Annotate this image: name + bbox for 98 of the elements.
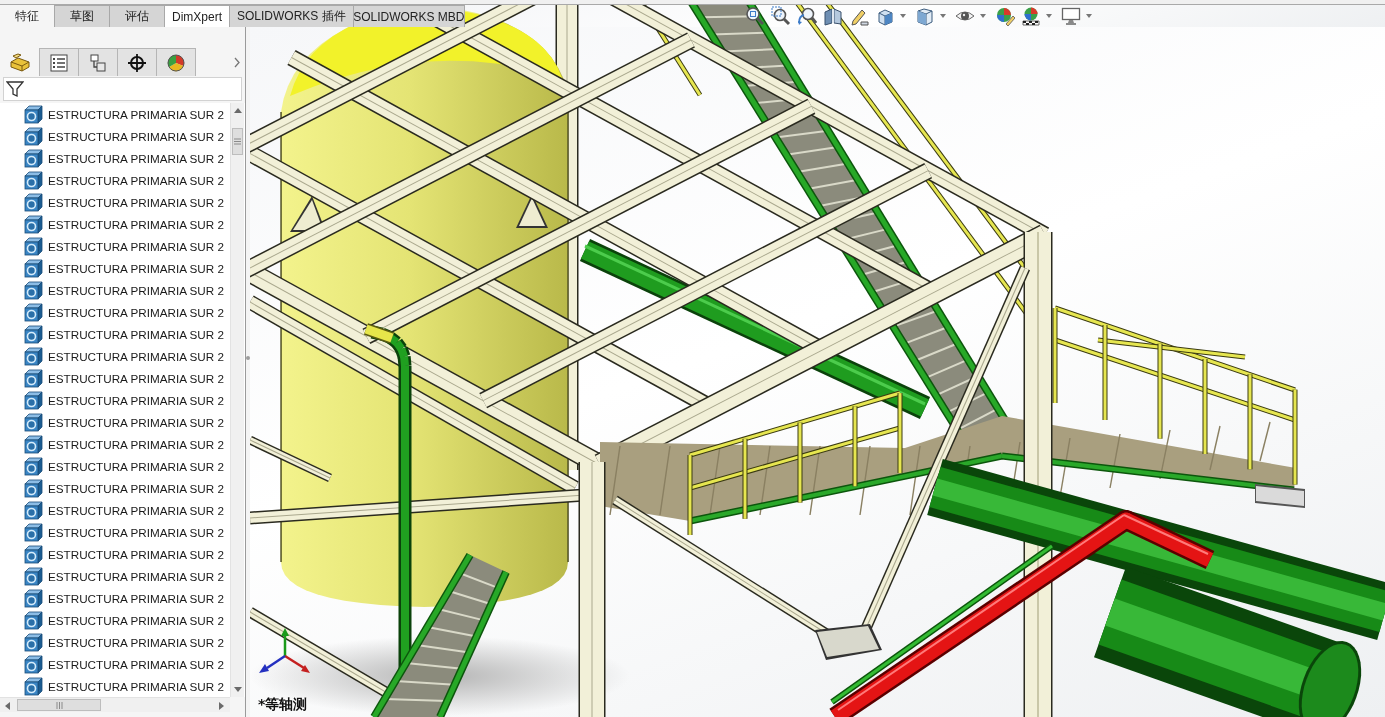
part-icon [24, 214, 43, 234]
part-icon [24, 500, 43, 520]
tree-item[interactable]: ESTRUCTURA PRIMARIA SUR 2 [24, 456, 224, 476]
part-icon [24, 258, 43, 278]
tree-item[interactable]: ESTRUCTURA PRIMARIA SUR 2 [24, 236, 224, 256]
tree-item[interactable]: ESTRUCTURA PRIMARIA SUR 2 [24, 544, 224, 564]
part-icon [24, 302, 43, 322]
part-icon [24, 544, 43, 564]
part-icon [24, 412, 43, 432]
tree-item[interactable]: ESTRUCTURA PRIMARIA SUR 2 [24, 610, 224, 630]
view-orientation-label: *等轴测 [258, 696, 308, 714]
part-icon [24, 588, 43, 608]
caret-icon[interactable] [940, 14, 946, 18]
panel-tab[interactable] [117, 48, 157, 76]
tree-item[interactable]: ESTRUCTURA PRIMARIA SUR 2 [24, 676, 224, 696]
caret-left-icon[interactable] [3, 700, 12, 710]
chevron-right-icon[interactable] [234, 56, 240, 68]
part-icon [24, 368, 43, 388]
tree-item[interactable]: ESTRUCTURA PRIMARIA SUR 2 [24, 434, 224, 454]
part-icon [24, 280, 43, 300]
appearance-icon[interactable] [995, 6, 1015, 26]
grip-icon[interactable] [246, 356, 250, 360]
tree-item[interactable]: ESTRUCTURA PRIMARIA SUR 2 [24, 632, 224, 652]
tree-item[interactable]: ESTRUCTURA PRIMARIA SUR 2 [24, 148, 224, 168]
base-plate [815, 624, 882, 660]
caret-icon[interactable] [900, 14, 906, 18]
zoom-to-fit-icon[interactable] [745, 6, 765, 26]
tree-item[interactable]: ESTRUCTURA PRIMARIA SUR 2 [24, 588, 224, 608]
tree-item[interactable]: ESTRUCTURA PRIMARIA SUR 2 [24, 324, 224, 344]
caret-icon[interactable] [1046, 14, 1052, 18]
display-style-icon[interactable] [915, 6, 935, 26]
caret-icon[interactable] [980, 14, 986, 18]
part-icon [24, 170, 43, 190]
scrollbar-thumb[interactable] [17, 699, 101, 711]
tree-item[interactable]: ESTRUCTURA PRIMARIA SUR 2 [24, 654, 224, 674]
tree-item[interactable]: ESTRUCTURA PRIMARIA SUR 2 [24, 258, 224, 278]
horizontal-scrollbar[interactable] [0, 697, 230, 712]
tree-item[interactable]: ESTRUCTURA PRIMARIA SUR 2 [24, 280, 224, 300]
tree-item[interactable]: ESTRUCTURA PRIMARIA SUR 2 [24, 500, 224, 520]
tree-item[interactable]: ESTRUCTURA PRIMARIA SUR 2 [24, 192, 224, 212]
sphere-icon [166, 52, 186, 73]
grip-icon [234, 138, 241, 145]
part-icon [24, 632, 43, 652]
tree-item[interactable]: ESTRUCTURA PRIMARIA SUR 2 [24, 104, 224, 124]
section-view-icon[interactable] [823, 6, 843, 26]
tree-item[interactable]: ESTRUCTURA PRIMARIA SUR 2 [24, 412, 224, 432]
monitor-icon[interactable] [1061, 6, 1081, 26]
tree-item[interactable]: ESTRUCTURA PRIMARIA SUR 2 [24, 346, 224, 366]
filter-field[interactable] [3, 77, 242, 101]
crosshair-icon [127, 52, 147, 73]
part-icon [24, 104, 43, 124]
list-icon [49, 52, 69, 73]
part-icon [24, 566, 43, 586]
zoom-area-icon[interactable] [771, 6, 791, 26]
part-icon [24, 192, 43, 212]
caret-right-icon[interactable] [217, 700, 226, 710]
tree-item[interactable]: ESTRUCTURA PRIMARIA SUR 2 [24, 522, 224, 542]
part-icon [24, 478, 43, 498]
tree-item[interactable]: ESTRUCTURA PRIMARIA SUR 2 [24, 126, 224, 146]
tree-item[interactable]: ESTRUCTURA PRIMARIA SUR 2 [24, 566, 224, 586]
caret-down-icon[interactable] [233, 685, 242, 694]
part-icon [24, 346, 43, 366]
feature-tree-icon [9, 52, 31, 73]
grip-icon [55, 701, 63, 709]
tree-item[interactable]: ESTRUCTURA PRIMARIA SUR 2 [24, 302, 224, 322]
tree-item[interactable]: ESTRUCTURA PRIMARIA SUR 2 [24, 368, 224, 388]
part-icon [24, 148, 43, 168]
tab[interactable]: 特征 [0, 5, 55, 27]
scene-icon[interactable] [1021, 6, 1041, 26]
caret-icon[interactable] [1086, 14, 1092, 18]
part-icon [24, 456, 43, 476]
part-icon [24, 610, 43, 630]
graphics-area[interactable] [465, 5, 1385, 27]
hierarchy-icon [88, 52, 108, 73]
graphics-area[interactable]: *等轴测 [250, 27, 1385, 717]
part-icon [24, 434, 43, 454]
part-icon [24, 390, 43, 410]
tab[interactable]: 草图 [54, 5, 110, 27]
tab[interactable]: 评估 [109, 5, 165, 27]
part-icon [24, 676, 43, 696]
tree-item[interactable]: ESTRUCTURA PRIMARIA SUR 2 [24, 390, 224, 410]
vertical-scrollbar[interactable] [230, 103, 244, 697]
axis-triad-icon [258, 628, 312, 676]
panel-splitter[interactable] [245, 27, 250, 717]
concrete-block [1255, 484, 1305, 508]
previous-view-icon[interactable] [797, 6, 817, 26]
scrollbar-thumb[interactable] [232, 128, 243, 155]
steel-column [555, 5, 579, 27]
filter-icon [6, 80, 24, 98]
tree-item[interactable]: ESTRUCTURA PRIMARIA SUR 2 [24, 478, 224, 498]
part-icon [24, 522, 43, 542]
tree-item[interactable]: ESTRUCTURA PRIMARIA SUR 2 [24, 170, 224, 190]
part-icon [24, 126, 43, 146]
part-icon [24, 654, 43, 674]
part-icon [24, 324, 43, 344]
part-icon [24, 236, 43, 256]
caret-up-icon[interactable] [233, 106, 242, 115]
tree-item[interactable]: ESTRUCTURA PRIMARIA SUR 2 [24, 214, 224, 234]
